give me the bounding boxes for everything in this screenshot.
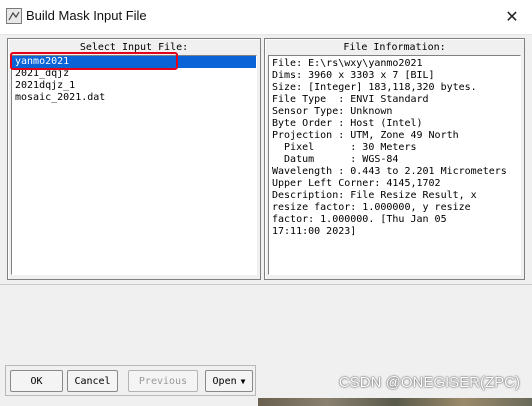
cancel-button[interactable]: Cancel: [67, 370, 118, 392]
title-bar: Build Mask Input File ✕: [0, 0, 532, 35]
info-line: Pixel : 30 Meters: [272, 142, 417, 153]
close-button[interactable]: ✕: [492, 0, 532, 34]
info-line: Wavelength : 0.443 to 2.201 Micrometers: [272, 166, 507, 177]
info-line: File: E:\rs\wxy\yanmo2021: [272, 58, 423, 69]
list-item[interactable]: 2021_dqjz: [12, 68, 256, 80]
file-information-panel: File Information: File: E:\rs\wxy\yanmo2…: [264, 38, 525, 280]
info-line: 17:11:00 2023]: [272, 226, 357, 237]
caret-down-icon: ▼: [240, 376, 246, 386]
background-image-strip: [258, 398, 532, 406]
window-title: Build Mask Input File: [26, 8, 147, 23]
list-item[interactable]: mosaic_2021.dat: [12, 92, 256, 104]
info-line: Byte Order : Host (Intel): [272, 118, 423, 129]
input-file-panel: Select Input File: yanmo2021 2021_dqjz 2…: [7, 38, 261, 280]
open-button[interactable]: Open ▼: [205, 370, 253, 392]
info-line: File Type : ENVI Standard: [272, 94, 429, 105]
info-line: Description: File Resize Result, x: [272, 190, 477, 201]
list-item[interactable]: 2021dqjz_1: [12, 80, 256, 92]
input-file-list[interactable]: yanmo2021 2021_dqjz 2021dqjz_1 mosaic_20…: [11, 55, 257, 275]
open-button-label: Open: [212, 375, 237, 387]
info-line: Size: [Integer] 183,118,320 bytes.: [272, 82, 477, 93]
ok-button[interactable]: OK: [10, 370, 63, 392]
info-line: Projection : UTM, Zone 49 North: [272, 130, 459, 141]
info-line: Datum : WGS-84: [272, 154, 399, 165]
app-icon: [6, 8, 22, 24]
info-line: factor: 1.000000. [Thu Jan 05: [272, 214, 447, 225]
file-information-text: File: E:\rs\wxy\yanmo2021 Dims: 3960 x 3…: [268, 55, 521, 275]
info-line: Sensor Type: Unknown: [272, 106, 393, 117]
previous-button[interactable]: Previous: [128, 370, 198, 392]
info-line: Upper Left Corner: 4145,1702: [272, 178, 441, 189]
list-item[interactable]: yanmo2021: [12, 56, 256, 68]
select-input-file-label: Select Input File:: [79, 42, 189, 53]
info-line: Dims: 3960 x 3303 x 7 [BIL]: [272, 70, 435, 81]
info-line: resize factor: 1.000000, y resize: [272, 202, 471, 213]
close-icon: ✕: [505, 9, 519, 26]
file-information-label: File Information:: [343, 42, 446, 53]
divider: [0, 284, 532, 287]
watermark: CSDN @ONEGISER(ZPC): [338, 374, 520, 391]
